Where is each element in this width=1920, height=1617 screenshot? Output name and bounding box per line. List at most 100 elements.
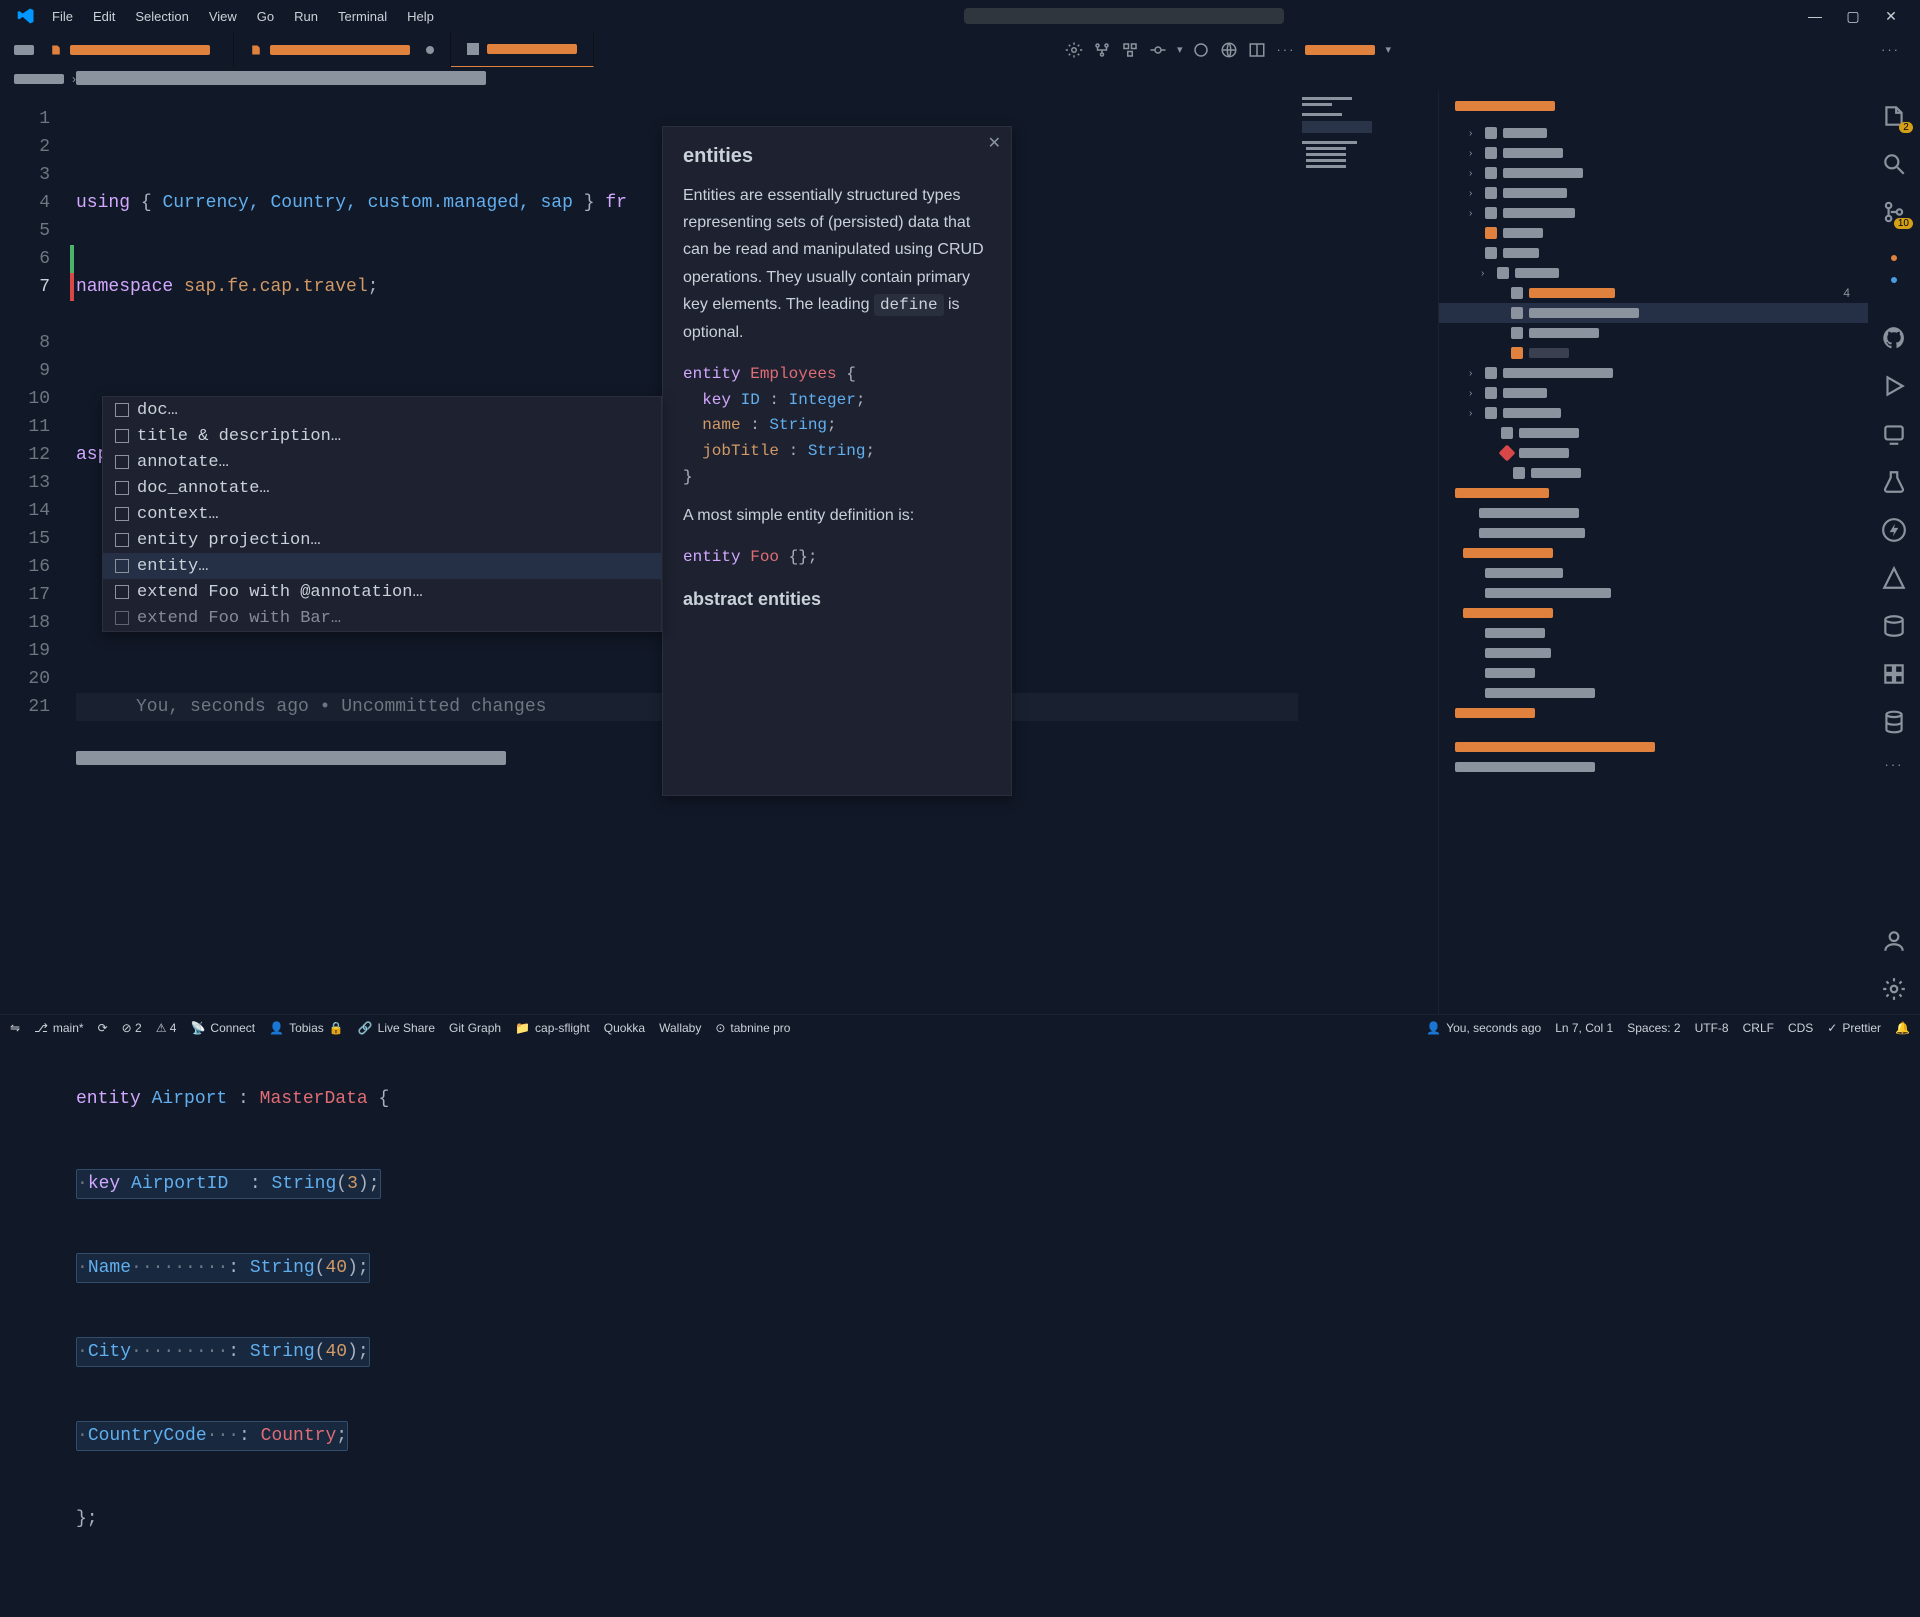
circle-icon[interactable] [1192, 41, 1210, 59]
split-icon[interactable] [1248, 41, 1266, 59]
suggest-item[interactable]: extend Foo with @annotation… [103, 579, 661, 605]
outline-item[interactable] [1439, 223, 1868, 243]
menu-go[interactable]: Go [249, 5, 282, 28]
outline-item[interactable] [1439, 503, 1868, 523]
status-remote[interactable]: ⇋ [10, 1021, 20, 1035]
code-editor[interactable]: 1 2 3 4 5 6 7 8 9 10 11 12 13 14 15 16 1… [0, 91, 1438, 1014]
outline-item[interactable] [1439, 583, 1868, 603]
outline-item[interactable] [1439, 683, 1868, 703]
status-dot-orange-icon [1881, 247, 1907, 273]
outline-item[interactable] [1439, 623, 1868, 643]
outline-item[interactable] [1439, 243, 1868, 263]
close-icon[interactable]: ✕ [988, 133, 1001, 153]
status-eol[interactable]: CRLF [1743, 1021, 1774, 1035]
status-spaces[interactable]: Spaces: 2 [1627, 1021, 1680, 1035]
sql-icon[interactable] [1881, 709, 1907, 735]
outline-item[interactable] [1439, 563, 1868, 583]
outline-item[interactable]: › [1439, 383, 1868, 403]
more-actions-icon[interactable]: ··· [1881, 42, 1900, 57]
status-position[interactable]: Ln 7, Col 1 [1555, 1021, 1613, 1035]
dropdown-icon[interactable]: ▾ [1385, 43, 1391, 56]
menu-file[interactable]: File [44, 5, 81, 28]
close-window-button[interactable]: ✕ [1882, 8, 1900, 25]
settings-gear-icon[interactable] [1881, 976, 1907, 1002]
menu-edit[interactable]: Edit [85, 5, 123, 28]
globe-icon[interactable] [1220, 41, 1238, 59]
testing-icon[interactable] [1881, 469, 1907, 495]
suggest-item-active[interactable]: entity… [103, 553, 661, 579]
outline-item[interactable] [1439, 737, 1868, 757]
tab-sidebar-toggle[interactable] [14, 45, 34, 55]
suggest-item[interactable]: doc_annotate… [103, 475, 661, 501]
menu-view[interactable]: View [201, 5, 245, 28]
outline-item[interactable] [1439, 643, 1868, 663]
explorer-icon[interactable]: 2 [1881, 103, 1907, 129]
outline-item[interactable]: › [1439, 183, 1868, 203]
outline-item[interactable] [1439, 663, 1868, 683]
database-icon[interactable] [1881, 613, 1907, 639]
menu-terminal[interactable]: Terminal [330, 5, 395, 28]
outline-item[interactable] [1439, 603, 1868, 623]
tree-icon[interactable] [1121, 41, 1139, 59]
editor-action-label[interactable] [1305, 45, 1375, 55]
suggest-item[interactable]: doc… [103, 397, 661, 423]
minimap[interactable] [1298, 91, 1438, 1014]
suggest-item[interactable]: entity projection… [103, 527, 661, 553]
outline-item[interactable] [1439, 543, 1868, 563]
outline-item[interactable]: 4 [1439, 283, 1868, 303]
dropdown-icon[interactable]: ▾ [1177, 43, 1183, 56]
outline-header[interactable] [1455, 101, 1555, 111]
editor-tab-1[interactable] [34, 32, 234, 67]
minimize-button[interactable]: — [1806, 8, 1824, 25]
outline-item[interactable] [1439, 483, 1868, 503]
outline-item[interactable] [1439, 703, 1868, 723]
github-icon[interactable] [1881, 325, 1907, 351]
outline-item[interactable] [1439, 757, 1868, 777]
menu-help[interactable]: Help [399, 5, 442, 28]
more-icon[interactable]: ··· [1276, 42, 1295, 57]
command-center[interactable] [964, 8, 1284, 24]
branch-icon[interactable] [1093, 41, 1111, 59]
account-icon[interactable] [1881, 928, 1907, 954]
gear-icon[interactable] [1065, 41, 1083, 59]
source-control-icon[interactable]: 10 [1881, 199, 1907, 225]
references-icon[interactable] [1881, 661, 1907, 687]
bolt-icon[interactable] [1881, 517, 1907, 543]
status-blame[interactable]: 👤 You, seconds ago [1426, 1021, 1541, 1035]
maximize-button[interactable]: ▢ [1844, 8, 1862, 25]
azure-icon[interactable] [1881, 565, 1907, 591]
suggest-item[interactable]: context… [103, 501, 661, 527]
status-notifications-icon[interactable]: 🔔 [1895, 1021, 1910, 1035]
outline-item[interactable] [1439, 463, 1868, 483]
outline-item[interactable] [1439, 343, 1868, 363]
editor-tab-3-active[interactable] [451, 32, 594, 67]
run-debug-icon[interactable] [1881, 373, 1907, 399]
remote-icon[interactable] [1881, 421, 1907, 447]
search-icon[interactable] [1881, 151, 1907, 177]
suggest-item[interactable]: extend Foo with Bar… [103, 605, 661, 631]
suggest-item[interactable]: annotate… [103, 449, 661, 475]
outline-item[interactable]: › [1439, 403, 1868, 423]
outline-item[interactable]: › [1439, 263, 1868, 283]
editor-tab-2[interactable] [234, 32, 451, 67]
doc-code-example-2: entity Foo {}; [683, 545, 991, 571]
outline-item[interactable]: › [1439, 123, 1868, 143]
outline-item[interactable]: › [1439, 163, 1868, 183]
breadcrumb-segment[interactable] [14, 74, 64, 84]
menu-run[interactable]: Run [286, 5, 326, 28]
outline-item[interactable]: › [1439, 363, 1868, 383]
commit-icon[interactable] [1149, 41, 1167, 59]
outline-item[interactable]: › [1439, 143, 1868, 163]
outline-item[interactable] [1439, 443, 1868, 463]
status-language[interactable]: CDS [1788, 1021, 1813, 1035]
outline-item[interactable] [1439, 423, 1868, 443]
outline-item[interactable]: › [1439, 203, 1868, 223]
suggest-item[interactable]: title & description… [103, 423, 661, 449]
outline-item[interactable] [1439, 523, 1868, 543]
outline-item[interactable] [1439, 323, 1868, 343]
status-prettier[interactable]: ✓ Prettier [1827, 1021, 1881, 1035]
outline-item-selected[interactable] [1439, 303, 1868, 323]
menu-selection[interactable]: Selection [127, 5, 196, 28]
more-views-icon[interactable]: ··· [1885, 757, 1904, 772]
status-encoding[interactable]: UTF-8 [1695, 1021, 1729, 1035]
